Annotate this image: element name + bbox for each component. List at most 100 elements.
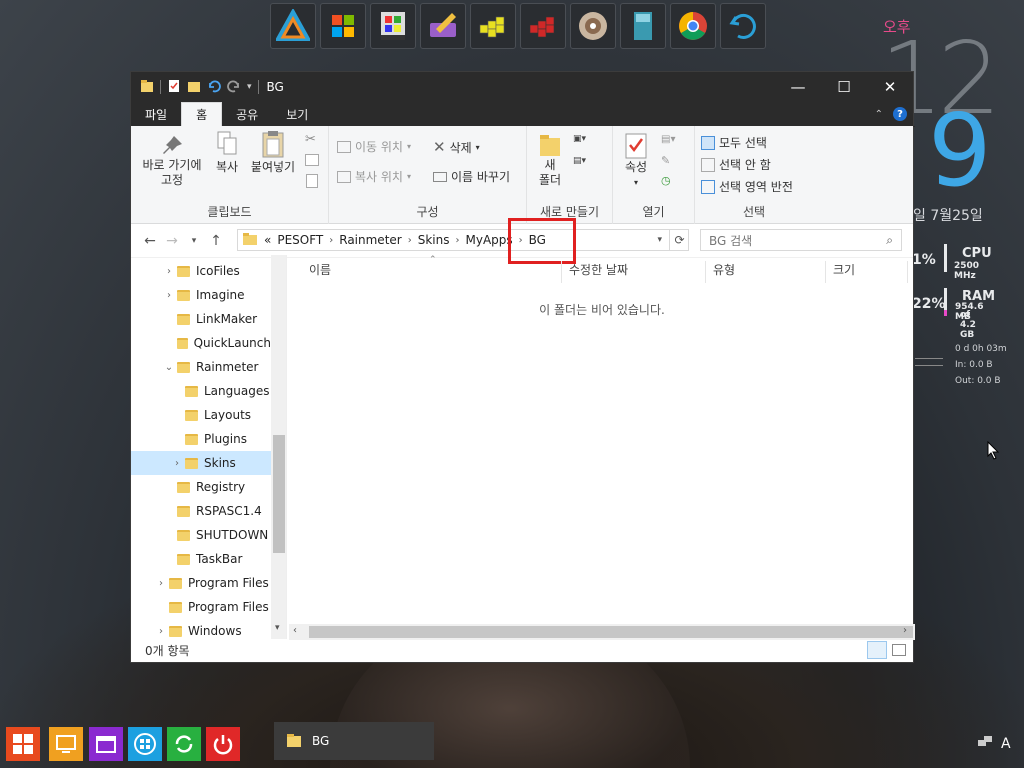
search-box[interactable]: BG 검색 ⌕ <box>700 229 902 251</box>
scroll-down-icon[interactable]: ▾ <box>275 623 280 633</box>
address-bar[interactable]: « PESOFT › Rainmeter › Skins › MyApps › … <box>237 229 689 251</box>
book-icon[interactable] <box>620 3 666 49</box>
winapp-icon[interactable] <box>370 3 416 49</box>
tree-item[interactable]: › Imagine <box>131 283 271 307</box>
ime-indicator[interactable]: A <box>1001 736 1011 752</box>
address-dropdown-icon[interactable]: ▾ <box>657 235 662 245</box>
aimp-icon[interactable] <box>270 3 316 49</box>
redo-icon[interactable] <box>227 79 241 96</box>
new-item-icon[interactable]: ▣▾ <box>573 134 586 144</box>
select-all-button[interactable]: 모두 선택 <box>701 134 767 151</box>
copy-to-button[interactable]: 복사 위치 ▾ <box>337 168 411 185</box>
disk-edit-icon[interactable] <box>420 3 466 49</box>
copy-path-icon[interactable] <box>305 154 319 166</box>
taskbar-app-bg[interactable]: BG <box>274 722 434 760</box>
column-divider[interactable] <box>907 261 908 283</box>
explorer-icon[interactable] <box>89 727 123 761</box>
computer-icon[interactable] <box>49 727 83 761</box>
paste-shortcut-icon[interactable] <box>306 174 318 188</box>
cut-icon[interactable]: ✂ <box>305 132 316 147</box>
edit-icon[interactable]: ✎ <box>661 154 670 167</box>
copy-button[interactable]: 복사 <box>209 130 245 175</box>
scroll-right-icon[interactable]: › <box>903 625 907 636</box>
start-icon[interactable] <box>6 727 40 761</box>
help-icon[interactable]: ? <box>893 107 907 121</box>
select-none-button[interactable]: 선택 안 함 <box>701 156 771 173</box>
tree-item[interactable]: TaskBar <box>131 547 271 571</box>
tree-item[interactable]: SHUTDOWN <box>131 523 271 547</box>
tab-view[interactable]: 보기 <box>272 102 322 126</box>
large-icons-view-icon[interactable] <box>892 644 906 656</box>
mouse-cursor-icon <box>987 440 1001 464</box>
tree-item[interactable]: Program Files <box>131 595 271 619</box>
refresh-button[interactable]: ⟳ <box>669 229 689 251</box>
breadcrumb-skins[interactable]: Skins <box>418 233 450 247</box>
column-divider[interactable] <box>705 261 706 283</box>
tab-file[interactable]: 파일 <box>131 102 182 126</box>
chrome-icon[interactable] <box>670 3 716 49</box>
search-input[interactable]: BG 검색 <box>709 232 752 249</box>
horizontal-scrollbar-thumb[interactable] <box>309 626 913 638</box>
up-button[interactable]: ↑ <box>205 233 227 249</box>
column-size[interactable]: 크기 <box>833 261 855 278</box>
maximize-button[interactable]: ☐ <box>821 72 867 102</box>
scroll-left-icon[interactable]: ‹ <box>293 625 297 636</box>
column-type[interactable]: 유형 <box>713 261 735 278</box>
tree-item-selected[interactable]: › Skins <box>131 451 271 475</box>
move-to-button[interactable]: 이동 위치 ▾ <box>337 138 411 155</box>
easy-access-icon[interactable]: ▤▾ <box>573 156 586 166</box>
tree-item[interactable]: QuickLaunch <box>131 331 271 355</box>
breadcrumb-myapps[interactable]: MyApps <box>465 233 512 247</box>
windows-flag-icon[interactable] <box>320 3 366 49</box>
invert-selection-button[interactable]: 선택 영역 반전 <box>701 178 793 195</box>
new-folder-icon[interactable] <box>187 79 201 96</box>
back-button[interactable]: ← <box>139 233 161 249</box>
column-divider[interactable] <box>825 261 826 283</box>
new-folder-button[interactable]: 새 폴더 <box>535 132 565 188</box>
title-bar[interactable]: ▾ BG — ☐ ✕ <box>131 72 913 102</box>
tree-item[interactable]: RSPASC1.4 <box>131 499 271 523</box>
column-divider[interactable] <box>561 261 562 283</box>
forward-button[interactable]: → <box>161 233 183 249</box>
undo-icon[interactable] <box>720 3 766 49</box>
tree-item[interactable]: › Windows <box>131 619 271 639</box>
tree-item[interactable]: Layouts <box>131 403 271 427</box>
tree-item[interactable]: Plugins <box>131 427 271 451</box>
pin-quick-access-button[interactable]: 바로 가기에 고정 <box>137 134 207 188</box>
paste-button[interactable]: 붙여넣기 <box>247 130 299 175</box>
open-icon[interactable]: ▤▾ <box>661 134 675 145</box>
details-view-icon[interactable] <box>867 641 887 659</box>
tree-item[interactable]: › IcoFiles <box>131 259 271 283</box>
qat-dropdown-icon[interactable]: ▾ <box>247 82 252 92</box>
close-button[interactable]: ✕ <box>867 72 913 102</box>
rename-button[interactable]: 이름 바꾸기 <box>433 168 510 185</box>
breadcrumb-pesoft[interactable]: PESOFT <box>277 233 323 247</box>
tab-home[interactable]: 홈 <box>181 102 223 126</box>
history-icon[interactable]: ◷ <box>661 174 671 187</box>
registry-icon[interactable] <box>470 3 516 49</box>
windows-icon[interactable] <box>128 727 162 761</box>
tree-item[interactable]: LinkMaker <box>131 307 271 331</box>
minimize-button[interactable]: — <box>775 72 821 102</box>
disc-icon[interactable] <box>570 3 616 49</box>
breadcrumb-overflow[interactable]: « <box>264 233 271 247</box>
tree-item[interactable]: Languages <box>131 379 271 403</box>
column-name[interactable]: 이름 <box>309 261 331 278</box>
tree-item[interactable]: Registry <box>131 475 271 499</box>
network-icon[interactable] <box>977 735 993 753</box>
registry-red-icon[interactable] <box>520 3 566 49</box>
nav-scrollbar-thumb[interactable] <box>273 435 285 553</box>
undo-icon[interactable] <box>207 79 221 96</box>
ribbon-collapse-icon[interactable]: ⌃ <box>875 109 883 120</box>
properties-button[interactable]: 속성 ▾ <box>619 132 653 190</box>
tab-share[interactable]: 공유 <box>222 102 272 126</box>
breadcrumb-rainmeter[interactable]: Rainmeter <box>339 233 401 247</box>
column-date[interactable]: 수정한 날짜 <box>569 261 628 278</box>
tree-item[interactable]: ⌄ Rainmeter <box>131 355 271 379</box>
refresh-icon[interactable] <box>167 727 201 761</box>
properties-icon[interactable] <box>167 79 181 96</box>
power-icon[interactable] <box>206 727 240 761</box>
tree-item[interactable]: › Program Files <box>131 571 271 595</box>
delete-button[interactable]: ✕ 삭제 ▾ <box>433 138 480 156</box>
recent-locations-button[interactable]: ▾ <box>183 236 205 246</box>
